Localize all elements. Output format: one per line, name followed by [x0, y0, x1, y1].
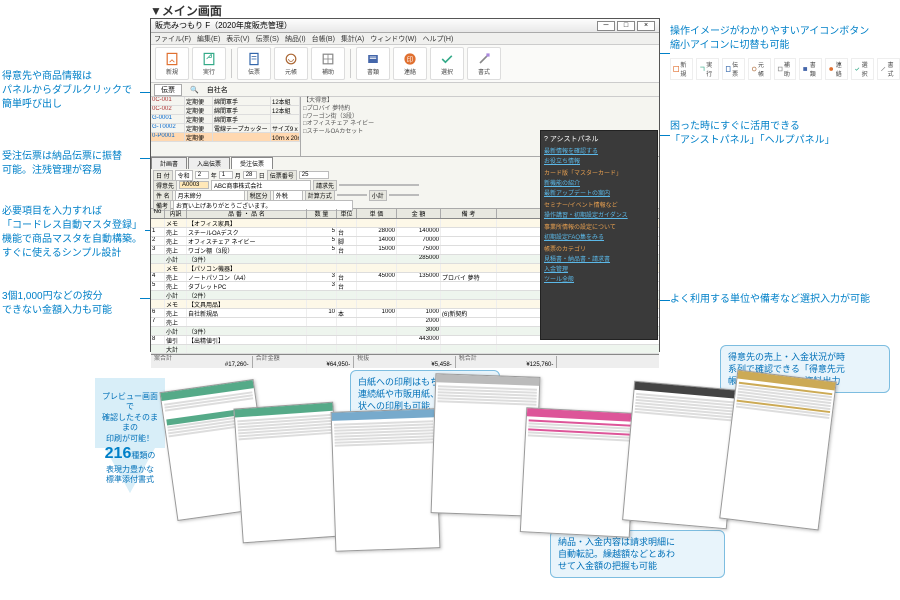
assist-section: セミナー/イベント情報など	[544, 200, 654, 209]
val-pay[interactable]	[337, 194, 367, 196]
tb-check[interactable]: 選択	[430, 47, 464, 80]
tb-slip[interactable]: 伝票	[237, 47, 271, 80]
assist-section: 事業所情報の設定について	[544, 222, 654, 231]
sub-toolbar: 伝票 🔍 自社名	[151, 83, 659, 97]
val-year[interactable]: 2	[195, 171, 209, 179]
mini-toolbar: 新規 実行 伝票 元帳 補助 書類 連絡 選択 書式	[670, 58, 900, 80]
assist-panel[interactable]: ? アシストパネル 最新情報を確認する お役立ち情報 カード版「マスターカード」…	[540, 130, 658, 340]
tb-stamp[interactable]: 印連絡	[393, 47, 427, 80]
tb-run[interactable]: 実行	[192, 47, 226, 80]
subtab-code: 自社名	[207, 85, 228, 95]
menu-ledger[interactable]: 台帳(B)	[312, 34, 335, 44]
assist-section: カード版「マスターカード」	[544, 168, 654, 177]
mini-assist[interactable]: 補助	[774, 58, 797, 80]
assist-link[interactable]: 初期設定FAQ集をみる	[544, 232, 654, 241]
assist-link[interactable]: 入金管理	[544, 264, 654, 273]
svg-text:印: 印	[407, 55, 413, 63]
code-panel[interactable]: 0C-001定期便綿間軍手12本組0C-002定期便綿間軍手12本組G-0001…	[151, 97, 301, 156]
tab-inout[interactable]: 入出伝票	[188, 157, 230, 169]
menu-total[interactable]: 集計(A)	[341, 34, 364, 44]
assist-link[interactable]: ツール全般	[544, 274, 654, 283]
assist-link[interactable]: 操作講習・初期設定ガイダンス	[544, 210, 654, 219]
mini-ledger[interactable]: 元帳	[748, 58, 771, 80]
mini-run[interactable]: 実行	[696, 58, 719, 80]
annotation-icons: 操作イメージがわかりやすいアイコンボタン 縮小アイコンに切替も可能	[670, 25, 895, 53]
val-month[interactable]: 1	[219, 171, 233, 179]
assist-link[interactable]: お役立ち情報	[544, 156, 654, 165]
assist-link[interactable]: 最新情報を確認する	[544, 146, 654, 155]
report-thumb	[233, 402, 342, 544]
tab-plan[interactable]: 計画書	[151, 157, 187, 169]
menubar: ファイル(F) 編集(E) 表示(V) 伝票(S) 納品(I) 台帳(B) 集計…	[151, 33, 659, 45]
maximize-button[interactable]: □	[617, 21, 635, 31]
annotation-assist: 困った時にすぐに活用できる 「アシストパネル」「ヘルプパネル」	[670, 120, 895, 148]
arrow-l1: プレビュー画面で 確認したそのままの 印刷が可能！	[101, 392, 159, 444]
report-thumb	[719, 369, 837, 530]
tb-ledger[interactable]: 元帳	[274, 47, 308, 80]
mini-book[interactable]: 書類	[799, 58, 822, 80]
tb-new[interactable]: 新規	[155, 47, 189, 80]
toolbar: 新規 実行 伝票 元帳 補助 書類 印連絡 選択 書式	[151, 45, 659, 83]
assist-link[interactable]: 新機能の紹介	[544, 178, 654, 187]
tb-book[interactable]: 書類	[356, 47, 390, 80]
annotation-order: 受注伝票は納品伝票に振替 可能。注残管理が容易	[2, 150, 142, 178]
mini-format[interactable]: 書式	[877, 58, 900, 80]
assist-section: 帳票のカテゴリ	[544, 244, 654, 253]
menu-slip[interactable]: 伝票(S)	[256, 34, 279, 44]
annotation-split: 3個1,000円などの按分 できない金額入力も可能	[2, 290, 142, 318]
titlebar: 販売みつもり F（2020年度販売管理） ─ □ ×	[151, 19, 659, 33]
report-thumb	[520, 407, 636, 538]
report-thumb	[331, 408, 441, 552]
assist-link[interactable]: 見積書・納品書・請求書	[544, 254, 654, 263]
assist-link[interactable]: 最新アップデートの案内	[544, 188, 654, 197]
menu-help[interactable]: ヘルプ(H)	[423, 34, 454, 44]
val-day[interactable]: 28	[243, 171, 257, 179]
subtab-slip[interactable]: 伝票	[154, 84, 182, 96]
mini-check[interactable]: 選択	[851, 58, 874, 80]
val-sub[interactable]	[389, 194, 419, 196]
menu-deliv[interactable]: 納品(I)	[285, 34, 306, 44]
tab-order[interactable]: 受注伝票	[231, 157, 273, 169]
menu-edit[interactable]: 編集(E)	[197, 34, 220, 44]
assist-title: ? アシストパネル	[544, 134, 654, 144]
arrow-l3: 表現力豊かな 標準添付書式	[101, 465, 159, 486]
mini-new[interactable]: 新規	[670, 58, 693, 80]
app-title: 販売みつもり F（2020年度販売管理）	[155, 20, 292, 31]
annotation-units: よく利用する単位や備考など選択入力が可能	[670, 293, 895, 307]
tb-assist[interactable]: 補助	[311, 47, 345, 80]
val-dest[interactable]	[339, 184, 419, 186]
minimize-button[interactable]: ─	[597, 21, 615, 31]
promo-arrow: プレビュー画面で 確認したそのままの 印刷が可能！ 216種類の 表現力豊かな …	[95, 378, 165, 493]
val-era[interactable]: 令和	[175, 170, 193, 181]
section-title: ▼メイン画面	[150, 2, 222, 19]
arrow-l2: 種類の	[131, 451, 155, 460]
close-button[interactable]: ×	[637, 21, 655, 31]
menu-window[interactable]: ウィンドウ(W)	[370, 34, 416, 44]
annotation-codeless: 必要項目を入力すれば 「コードレス自動マスタ登録」 機能で商品マスタを自動構築。…	[2, 205, 147, 261]
menu-view[interactable]: 表示(V)	[226, 34, 249, 44]
lbl-sub: 小計	[369, 190, 387, 201]
val-slipno[interactable]: 25	[299, 171, 329, 179]
arrow-count: 216	[105, 445, 132, 462]
search-icon[interactable]: 🔍	[190, 86, 199, 94]
menu-file[interactable]: ファイル(F)	[154, 34, 191, 44]
report-thumbnails	[168, 355, 888, 595]
tb-format[interactable]: 書式	[467, 47, 501, 80]
mini-stamp[interactable]: 連絡	[825, 58, 848, 80]
annotation-customer: 得意先や商品情報は パネルからダブルクリックで 簡単呼び出し	[2, 70, 142, 112]
mini-slip[interactable]: 伝票	[722, 58, 745, 80]
val-custcode[interactable]: A0003	[179, 181, 209, 189]
